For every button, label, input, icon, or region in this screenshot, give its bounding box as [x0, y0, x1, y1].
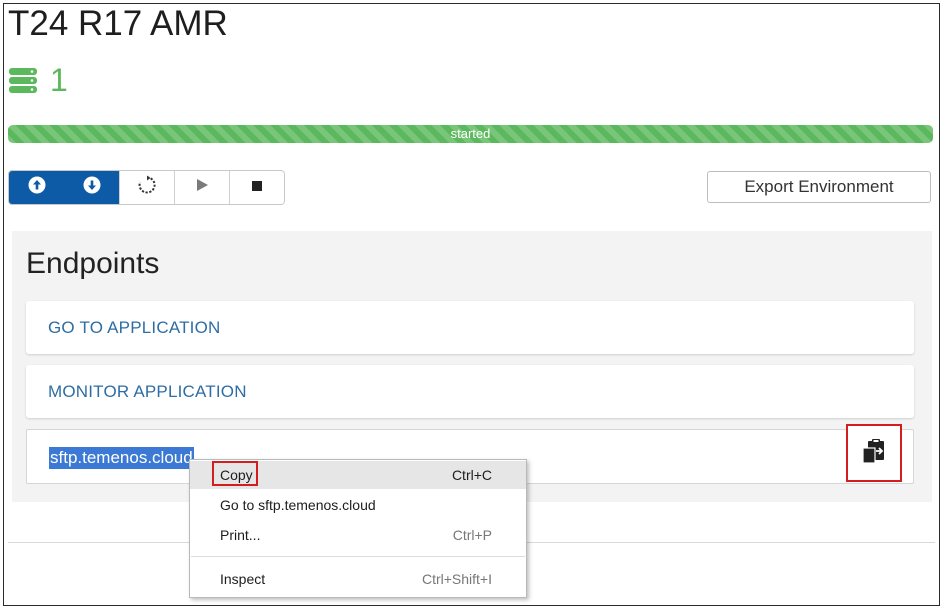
menu-item-shortcut: Ctrl+Shift+I — [421, 571, 492, 587]
menu-item-go-to[interactable]: Go to sftp.temenos.cloud — [190, 491, 526, 519]
play-icon — [195, 178, 209, 197]
upload-circle-icon — [28, 176, 46, 199]
stop-button[interactable] — [229, 171, 284, 204]
menu-item-shortcut: Ctrl+P — [452, 527, 492, 543]
menu-item-inspect[interactable]: Inspect Ctrl+Shift+I — [190, 565, 526, 593]
menu-item-shortcut: Ctrl+C — [451, 467, 492, 483]
menu-item-label: Inspect — [220, 571, 266, 587]
status-label: started — [450, 126, 491, 141]
stop-icon — [251, 179, 263, 197]
clipboard-copy-icon — [860, 437, 888, 470]
export-environment-button[interactable]: Export Environment — [707, 171, 931, 203]
server-stack-icon — [8, 67, 38, 93]
environment-title: T24 R17 AMR — [8, 4, 228, 43]
copy-to-clipboard-button[interactable] — [846, 424, 902, 482]
download-button[interactable] — [64, 171, 119, 204]
menu-separator — [191, 556, 525, 557]
menu-item-print[interactable]: Print... Ctrl+P — [190, 521, 526, 549]
environment-action-buttons — [8, 170, 285, 205]
endpoints-title: Endpoints — [26, 247, 160, 280]
go-to-application-link[interactable]: GO TO APPLICATION — [26, 301, 914, 354]
copy-highlight-box — [212, 461, 258, 486]
context-menu: Copy Ctrl+C Go to sftp.temenos.cloud Pri… — [189, 459, 527, 598]
status-progress-bar: started — [8, 125, 933, 143]
sftp-endpoint-value[interactable]: sftp.temenos.cloud — [49, 447, 194, 469]
download-circle-icon — [83, 176, 101, 199]
monitor-application-link[interactable]: MONITOR APPLICATION — [26, 365, 914, 418]
restart-button[interactable] — [119, 171, 174, 204]
server-count-value: 1 — [50, 62, 68, 98]
menu-item-label: Go to sftp.temenos.cloud — [220, 497, 376, 513]
server-count: 1 — [8, 64, 68, 96]
restart-icon — [137, 175, 157, 200]
upload-button[interactable] — [9, 171, 64, 204]
menu-item-label: Print... — [220, 527, 261, 543]
play-button[interactable] — [174, 171, 229, 204]
